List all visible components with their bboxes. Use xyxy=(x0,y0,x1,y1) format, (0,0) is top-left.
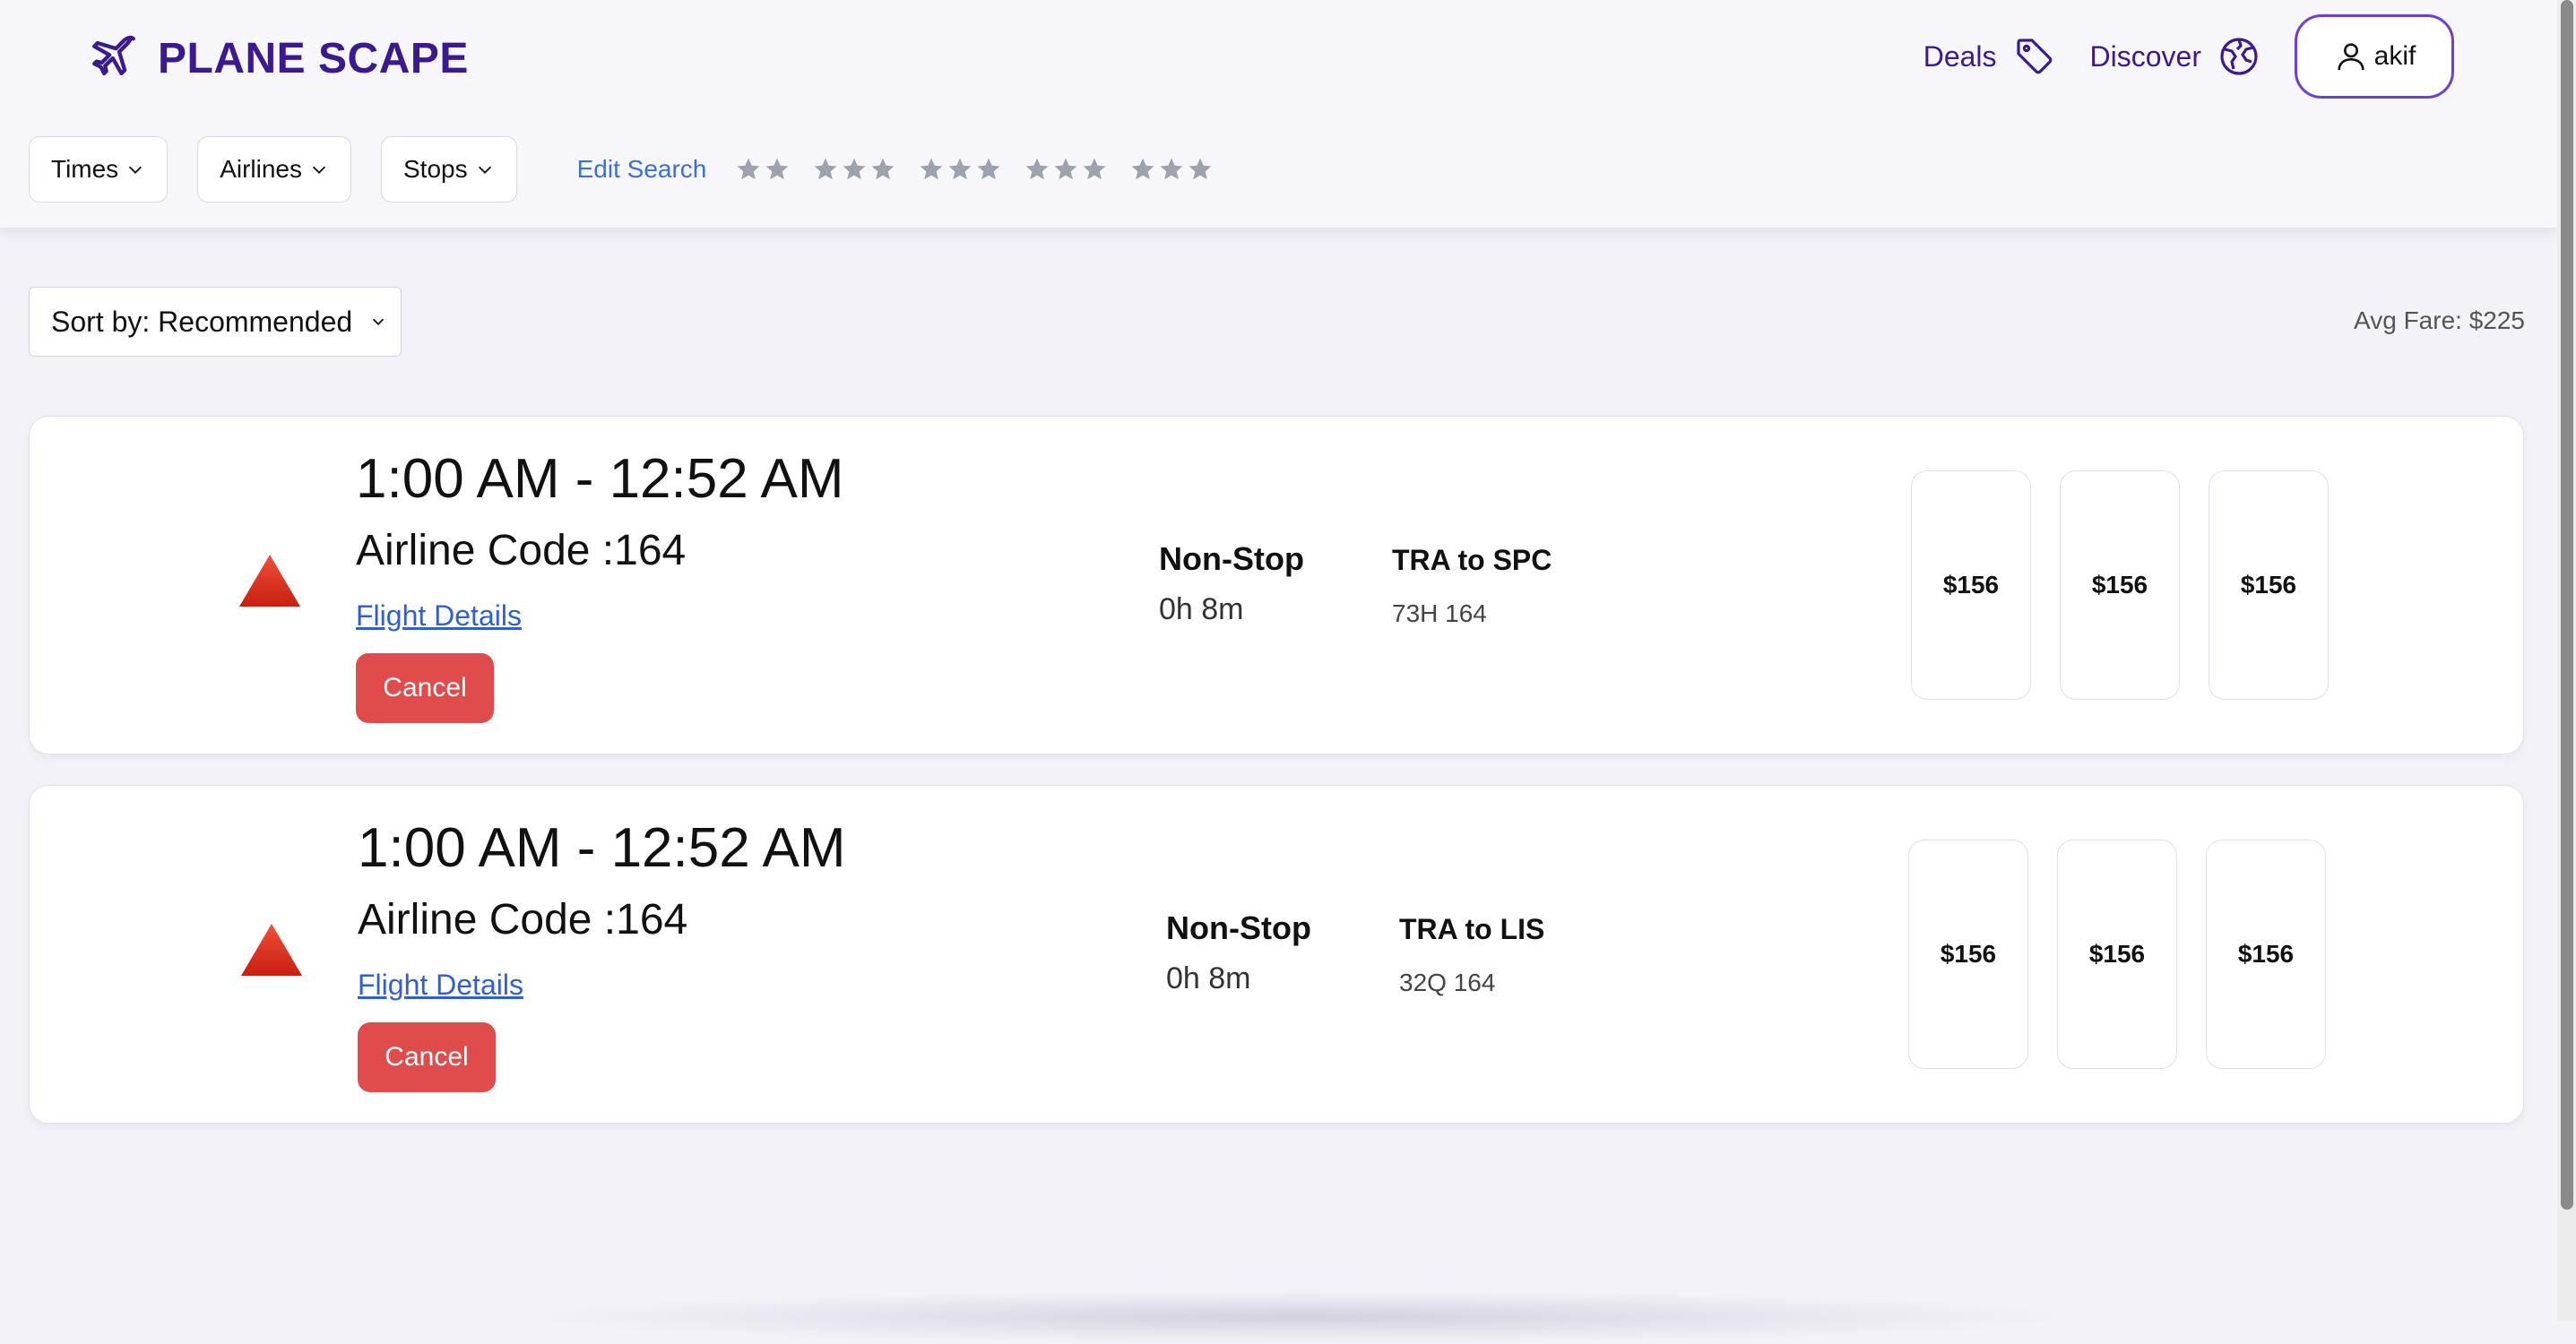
fare-option[interactable]: $156 xyxy=(1911,470,2031,700)
fare-option[interactable]: $156 xyxy=(2209,470,2329,700)
star-icon xyxy=(843,158,866,180)
flight-card: 1:00 AM - 12:52 AM Airline Code :164 Fli… xyxy=(29,416,2524,754)
user-menu-button[interactable]: akif xyxy=(2295,14,2454,99)
chevron-down-icon xyxy=(312,166,326,174)
flight-details-link[interactable]: Flight Details xyxy=(356,599,522,633)
cancel-button[interactable]: Cancel xyxy=(358,1022,496,1092)
times-filter-button[interactable]: Times xyxy=(29,136,169,202)
star-icon xyxy=(1025,158,1049,180)
flight-card: 1:00 AM - 12:52 AM Airline Code :164 Fli… xyxy=(29,785,2524,1124)
times-filter-label: Times xyxy=(51,155,119,183)
star-icon xyxy=(1083,158,1106,180)
globe-icon xyxy=(2220,38,2258,75)
flight-route: TRA to LIS xyxy=(1399,913,1545,945)
stops-filter-button[interactable]: Stops xyxy=(381,136,517,202)
flight-times: 1:00 AM - 12:52 AM xyxy=(358,817,846,879)
airplane-icon xyxy=(92,35,135,76)
flight-number: 73H 164 xyxy=(1392,599,1487,627)
nav-deals-label: Deals xyxy=(1923,39,1997,73)
star-icon xyxy=(1054,158,1077,180)
flight-details-link[interactable]: Flight Details xyxy=(358,969,523,1002)
chevron-down-icon xyxy=(129,166,143,174)
star-filter-3-stars[interactable] xyxy=(812,156,898,183)
star-filter-2-stars[interactable] xyxy=(735,156,792,183)
airlines-filter-label: Airlines xyxy=(220,155,302,183)
star-filter-3-stars[interactable] xyxy=(918,156,1004,183)
scrollbar-thumb[interactable] xyxy=(2561,0,2573,1210)
star-icon xyxy=(920,158,943,180)
star-filter-3-stars[interactable] xyxy=(1129,156,1215,183)
star-icon xyxy=(737,158,760,180)
fare-option[interactable]: $156 xyxy=(2060,470,2180,700)
star-filter-3-stars[interactable] xyxy=(1024,156,1110,183)
brand[interactable]: PLANE SCAPE xyxy=(88,30,469,86)
user-icon xyxy=(2337,43,2364,71)
filter-bar: Times Airlines Stops Edit Search xyxy=(29,136,1235,202)
flight-number: 32Q 164 xyxy=(1399,969,1496,996)
chevron-down-icon xyxy=(372,318,385,326)
star-icon xyxy=(1189,158,1212,180)
flight-duration: 0h 8m xyxy=(1166,961,1251,995)
fare-option[interactable]: $156 xyxy=(2057,840,2177,1069)
nav-discover[interactable]: Discover xyxy=(2090,35,2260,78)
star-icon xyxy=(871,158,895,180)
footer-shadow xyxy=(520,1290,2079,1344)
fare-option[interactable]: $156 xyxy=(1908,840,2028,1069)
sort-select-value: Sort by: Recommended xyxy=(51,305,353,338)
average-fare: Avg Fare: $225 xyxy=(2354,306,2525,334)
flight-times: 1:00 AM - 12:52 AM xyxy=(356,448,844,510)
chevron-down-icon xyxy=(478,166,491,174)
brand-name: PLANE SCAPE xyxy=(158,34,469,82)
nav-discover-label: Discover xyxy=(2089,39,2201,73)
airline-code: Airline Code :164 xyxy=(356,527,687,574)
flight-route: TRA to SPC xyxy=(1392,544,1552,576)
edit-search-link[interactable]: Edit Search xyxy=(577,155,707,184)
warning-triangle-icon xyxy=(239,555,300,607)
scrollbar[interactable] xyxy=(2557,0,2576,1321)
user-name: akif xyxy=(2373,41,2416,71)
tag-icon xyxy=(2016,39,2052,74)
airlines-filter-button[interactable]: Airlines xyxy=(197,136,351,202)
airline-code: Airline Code :164 xyxy=(358,896,688,943)
star-icon xyxy=(814,158,837,180)
fare-option[interactable]: $156 xyxy=(2206,840,2326,1069)
flight-duration: 0h 8m xyxy=(1159,592,1244,626)
stops-label: Non-Stop xyxy=(1166,909,1311,946)
star-icon xyxy=(948,158,972,180)
star-rating-filters xyxy=(735,156,1235,183)
star-icon xyxy=(1160,158,1183,180)
stops-label: Non-Stop xyxy=(1159,540,1304,577)
cancel-button[interactable]: Cancel xyxy=(356,653,494,723)
sort-select[interactable]: Sort by: Recommended xyxy=(29,287,402,357)
star-icon xyxy=(765,158,789,180)
top-nav: Deals Discover akif xyxy=(1923,14,2454,99)
nav-deals[interactable]: Deals xyxy=(1923,35,2056,78)
stops-filter-label: Stops xyxy=(403,155,468,183)
header-bar: PLANE SCAPE Deals Discover akif Times Ai… xyxy=(0,0,2557,228)
star-icon xyxy=(977,158,1000,180)
warning-triangle-icon xyxy=(241,924,302,976)
star-icon xyxy=(1131,158,1154,180)
